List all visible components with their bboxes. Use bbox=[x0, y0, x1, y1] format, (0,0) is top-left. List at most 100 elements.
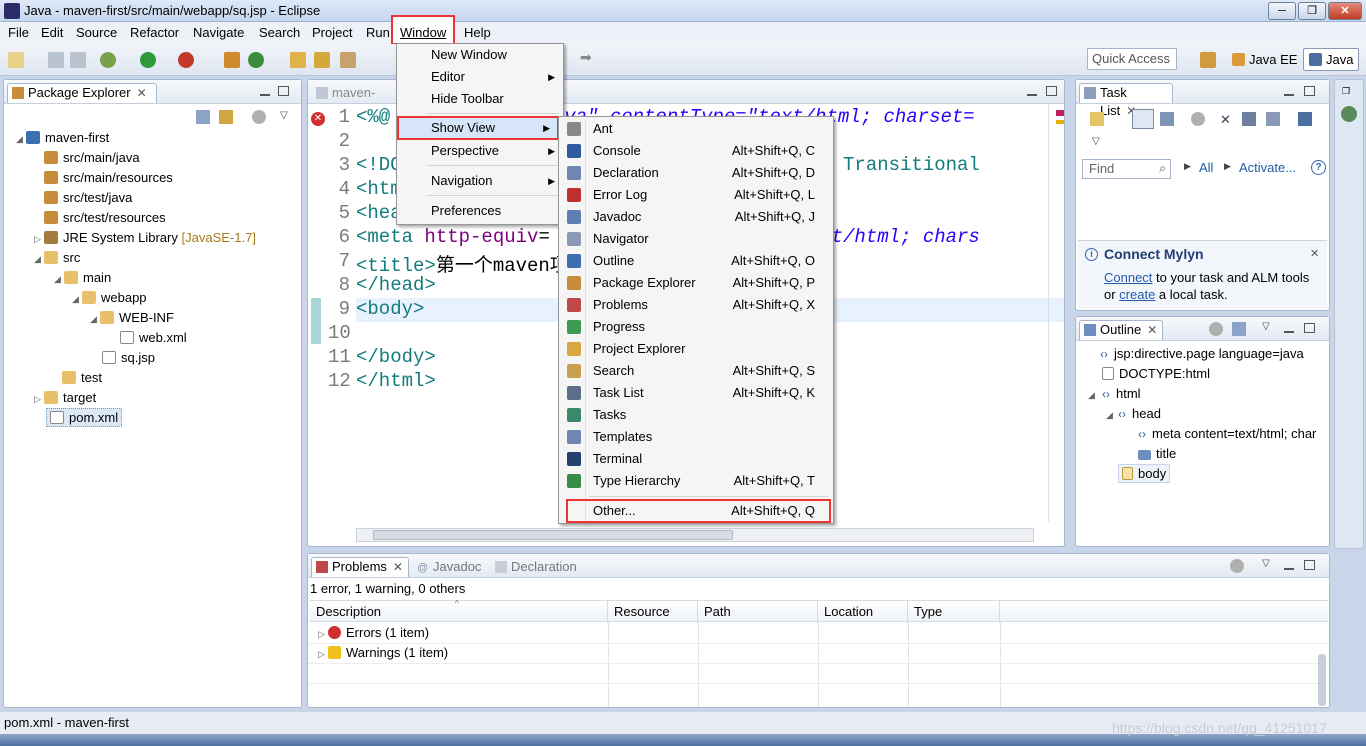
view-item-search[interactable]: Search Alt+Shift+Q, S bbox=[559, 360, 833, 382]
view-item-problems[interactable]: Problems Alt+Shift+Q, X bbox=[559, 294, 833, 316]
editor-vertical-scrollbar[interactable] bbox=[1048, 104, 1049, 522]
menu-project[interactable]: Project bbox=[310, 24, 354, 42]
external-tools-icon[interactable] bbox=[178, 52, 194, 68]
scrollbar-thumb[interactable] bbox=[373, 530, 733, 540]
view-menu-icon[interactable]: ▽ bbox=[1262, 321, 1270, 332]
outline-item-directive[interactable]: ‹› jsp:directive.page language=java bbox=[1100, 344, 1304, 364]
maximize-editor-icon[interactable] bbox=[1046, 86, 1057, 96]
maximize-view-icon[interactable] bbox=[1304, 323, 1315, 333]
new-icon[interactable] bbox=[8, 52, 24, 68]
tree-item-src-test-java[interactable]: src/test/java bbox=[34, 188, 132, 208]
view-item-progress[interactable]: Progress bbox=[559, 316, 833, 338]
view-item-navigator[interactable]: Navigator bbox=[559, 228, 833, 250]
sync-icon[interactable] bbox=[1242, 112, 1256, 126]
code-line[interactable]: </html> bbox=[356, 370, 436, 392]
tree-item-src-main-java[interactable]: src/main/java bbox=[34, 148, 140, 168]
menu-editor[interactable]: Editor ▶ bbox=[397, 66, 563, 88]
code-line[interactable]: <htm bbox=[356, 178, 402, 200]
view-item-error-log[interactable]: Error Log Alt+Shift+Q, L bbox=[559, 184, 833, 206]
view-item-outline[interactable]: Outline Alt+Shift+Q, O bbox=[559, 250, 833, 272]
maximize-view-icon[interactable] bbox=[1304, 560, 1315, 570]
categorized-icon[interactable] bbox=[1132, 109, 1154, 129]
view-item-project-explorer[interactable]: Project Explorer bbox=[559, 338, 833, 360]
scheduled-icon[interactable] bbox=[1160, 112, 1174, 126]
new-java-project-icon[interactable] bbox=[224, 52, 240, 68]
code-line[interactable]: <body> bbox=[356, 298, 424, 320]
code-line[interactable]: <meta http-equiv= bbox=[356, 226, 550, 248]
outline-item-doctype[interactable]: DOCTYPE:html bbox=[1102, 364, 1210, 384]
minimize-view-icon[interactable] bbox=[260, 86, 270, 96]
menu-navigation[interactable]: Navigation ▶ bbox=[397, 170, 563, 192]
repositories-icon[interactable] bbox=[1298, 112, 1312, 126]
palette-icon[interactable] bbox=[1341, 106, 1357, 122]
view-item-terminal[interactable]: Terminal bbox=[559, 448, 833, 470]
tab-editor-sq-jsp[interactable]: maven-first bbox=[311, 83, 401, 118]
focus-icon[interactable] bbox=[1191, 112, 1205, 126]
focus-icon[interactable] bbox=[1230, 559, 1244, 573]
outline-item-head[interactable]: ◢ ‹› head bbox=[1106, 404, 1161, 424]
tab-declaration[interactable]: Declaration bbox=[490, 557, 586, 577]
menu-source[interactable]: Source bbox=[74, 24, 119, 42]
focus-icon[interactable] bbox=[1209, 322, 1223, 336]
tree-item-target[interactable]: ▷ target bbox=[34, 388, 96, 408]
tree-item-src-main-resources[interactable]: src/main/resources bbox=[34, 168, 173, 188]
connect-link[interactable]: Connect bbox=[1104, 270, 1152, 285]
tree-item-pom-xml[interactable]: pom.xml bbox=[46, 408, 123, 427]
view-item-templates[interactable]: Templates bbox=[559, 426, 833, 448]
outline-item-body[interactable]: body bbox=[1118, 464, 1171, 483]
restore-stack-icon[interactable]: ❐ bbox=[1342, 86, 1356, 96]
menu-navigate[interactable]: Navigate bbox=[191, 24, 246, 42]
outline-item-html[interactable]: ◢ ‹› html bbox=[1088, 384, 1141, 404]
minimize-editor-icon[interactable] bbox=[1027, 86, 1037, 96]
tree-item-webapp[interactable]: ◢ webapp bbox=[72, 288, 147, 308]
view-menu-icon[interactable]: ▽ bbox=[1262, 558, 1270, 569]
edit-icon[interactable] bbox=[340, 52, 356, 68]
problems-row-warnings[interactable]: ▷ Warnings (1 item) bbox=[318, 643, 448, 663]
code-line[interactable]: </head> bbox=[356, 274, 436, 296]
tree-item-src-test-resources[interactable]: src/test/resources bbox=[34, 208, 166, 228]
run-icon[interactable] bbox=[140, 52, 156, 68]
quick-access-input[interactable]: Quick Access bbox=[1087, 48, 1177, 70]
menu-show-view[interactable]: Show View ▶ bbox=[397, 116, 559, 140]
maximize-view-icon[interactable] bbox=[278, 86, 289, 96]
menu-hide-toolbar[interactable]: Hide Toolbar bbox=[397, 88, 563, 110]
menu-perspective[interactable]: Perspective ▶ bbox=[397, 140, 563, 162]
focus-icon[interactable] bbox=[252, 110, 266, 124]
view-item-ant[interactable]: Ant bbox=[559, 118, 833, 140]
column-description[interactable]: Description ^ bbox=[310, 599, 608, 623]
view-item-console[interactable]: Console Alt+Shift+Q, C bbox=[559, 140, 833, 162]
open-perspective-icon[interactable] bbox=[1200, 52, 1216, 68]
debug-icon[interactable] bbox=[100, 52, 116, 68]
help-icon[interactable]: ? bbox=[1311, 160, 1326, 175]
minimize-view-icon[interactable] bbox=[1284, 86, 1294, 96]
save-icon[interactable] bbox=[48, 52, 64, 68]
tree-item-project[interactable]: ◢ maven-first bbox=[16, 128, 109, 148]
tab-package-explorer[interactable]: Package Explorer ✕ bbox=[7, 83, 157, 103]
minimize-view-icon[interactable] bbox=[1284, 323, 1294, 333]
view-item-declaration[interactable]: Declaration Alt+Shift+Q, D bbox=[559, 162, 833, 184]
open-type-icon[interactable] bbox=[290, 52, 306, 68]
dropdown-icon[interactable]: ▽ bbox=[1092, 136, 1100, 147]
all-link[interactable]: All bbox=[1199, 160, 1213, 175]
menu-refactor[interactable]: Refactor bbox=[128, 24, 181, 42]
maximize-view-icon[interactable] bbox=[1304, 86, 1315, 96]
collapse-icon[interactable] bbox=[1266, 112, 1280, 126]
code-line[interactable]: <title>第一个maven项 bbox=[356, 250, 569, 277]
minimize-icon[interactable]: ─ bbox=[1268, 2, 1296, 20]
menu-run[interactable]: Run bbox=[364, 24, 392, 42]
tree-item-jre[interactable]: ▷ JRE System Library [JavaSE-1.7] bbox=[34, 228, 256, 248]
tab-outline[interactable]: Outline ✕ bbox=[1079, 320, 1163, 340]
tree-item-sq-jsp[interactable]: sq.jsp bbox=[102, 348, 155, 368]
problems-scrollbar[interactable] bbox=[1318, 654, 1326, 706]
column-type[interactable]: Type bbox=[908, 601, 1000, 623]
column-path[interactable]: Path bbox=[698, 601, 818, 623]
new-class-icon[interactable] bbox=[248, 52, 264, 68]
new-task-icon[interactable] bbox=[1090, 112, 1104, 126]
outline-item-title[interactable]: title bbox=[1138, 444, 1176, 464]
tree-item-web-inf[interactable]: ◢ WEB-INF bbox=[90, 308, 174, 328]
search-icon[interactable] bbox=[314, 52, 330, 68]
menu-file[interactable]: File bbox=[6, 24, 31, 42]
menu-edit[interactable]: Edit bbox=[39, 24, 65, 42]
view-item-package-explorer[interactable]: Package Explorer Alt+Shift+Q, P bbox=[559, 272, 833, 294]
code-line[interactable]: <%@ bbox=[356, 106, 390, 128]
